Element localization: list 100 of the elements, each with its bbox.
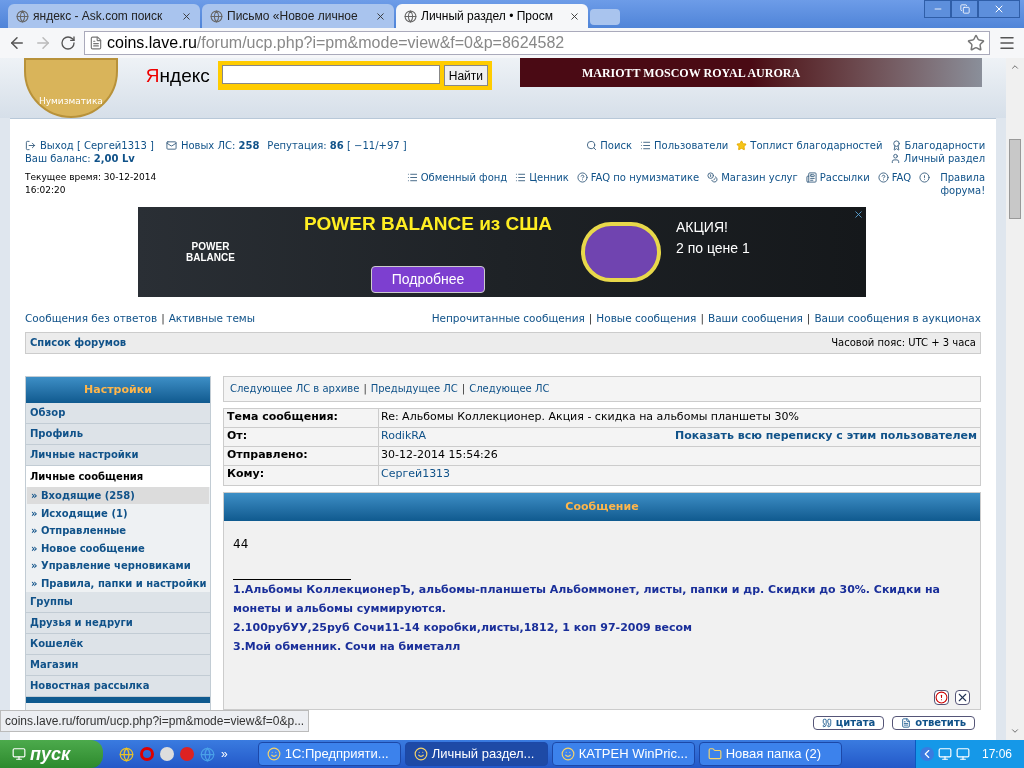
nav-link[interactable]: Обменный фонд [420,171,508,184]
quick-link[interactable]: Активные темы [168,311,256,327]
nav-link[interactable]: Магазин услуг [721,171,798,184]
sidebar-subitem[interactable]: » Новое сообщение [27,539,209,557]
details-button[interactable]: Подробнее [370,266,486,293]
scroll-up-icon[interactable] [1010,62,1020,72]
list-icon [406,172,418,183]
signature-line: 1.Альбомы КоллекционерЪ, альбомы-планшеты Альбоммонет, листы, папки и др. Скидки до 30%. Скидки на монеты и альбомы суммируются. [233,581,941,617]
conversation-link[interactable]: Показать всю переписку с этим пользователем [675,427,980,446]
page-icon [89,36,103,50]
close-icon[interactable] [181,10,192,22]
sidebar-item[interactable]: Новостная рассылка [26,675,210,697]
post-action-button[interactable]: цитата [812,715,885,730]
quick-link[interactable]: Ваши сообщения [707,311,803,327]
pm-nav-link[interactable]: Предыдущее ЛС [370,381,458,397]
reload-icon[interactable] [60,35,76,51]
close-icon[interactable] [375,10,386,22]
nav-link[interactable]: Личный раздел [903,152,986,165]
start-button[interactable]: пуск [0,740,103,768]
balance: Ваш баланс: 2,00 Lv [25,152,136,165]
field-value[interactable]: RodikRA [379,427,428,446]
forward-icon[interactable] [34,34,52,52]
sidebar-subitem[interactable]: » Отправленные [27,521,209,540]
sidebar-subitem[interactable]: » Правила, папки и настройки [27,574,209,592]
pm-nav-link[interactable]: Следующее ЛС [469,381,550,397]
quick-link[interactable]: Новые сообщения [596,311,697,327]
coins-icon [707,172,719,183]
expand-icon[interactable] [919,747,934,761]
globe-icon[interactable] [200,746,215,762]
back-icon[interactable] [8,34,26,52]
sidebar-item[interactable]: Кошелёк [26,633,210,655]
separator: | [588,311,593,327]
quick-link[interactable]: Ваши сообщения в аукционах [814,311,981,327]
post-action-button[interactable]: ответить [892,715,975,730]
nav-link[interactable]: Правила форума! [933,171,986,197]
alert-icon [919,172,931,183]
taskbar-task[interactable]: Личный раздел... [404,742,548,766]
sidebar-subitem[interactable]: » Управление черновиками [27,556,209,575]
sidebar-item[interactable]: Профиль [26,423,210,445]
nav-link[interactable]: Рассылки [819,171,870,184]
sidebar-subitem[interactable]: » Исходящие (1) [27,504,209,522]
field-label: От: [224,427,379,446]
close-button[interactable] [978,0,1020,18]
yandex-logo: Яндекс [145,64,210,88]
browser-icon[interactable] [119,746,134,762]
logout-icon [25,140,36,151]
breadcrumb-link[interactable]: Список форумов [30,335,127,351]
report-icon[interactable] [934,689,949,705]
nav-link[interactable]: FAQ по нумизматике [590,171,700,184]
restore-button[interactable] [951,0,978,18]
browser-tab[interactable]: Личный раздел • Просм [396,4,588,28]
user-icon [889,153,901,164]
sidebar-item[interactable]: Обзор [26,402,210,424]
search-field[interactable] [221,65,440,84]
sidebar-item[interactable]: Друзья и недруги [26,612,210,634]
nav-link[interactable]: FAQ [891,171,912,184]
delete-icon[interactable] [955,689,970,705]
quick-link[interactable]: Сообщения без ответов [25,311,158,327]
newspaper-icon [805,172,817,183]
nav-link[interactable]: Пользователи [654,139,729,152]
more-button[interactable]: » [221,745,228,763]
bookmark-star-icon[interactable] [967,34,985,52]
sidebar-item[interactable]: Личные сообщения [26,465,210,487]
taskbar-task[interactable]: КАТРЕН WinPric... [551,742,695,766]
close-icon[interactable] [569,10,580,22]
menu-icon[interactable] [998,34,1016,52]
address-bar[interactable]: coins.lave.ru/forum/ucp.php?i=pm&mode=view&f=0&p=8624582 [84,31,990,55]
pm-nav-link[interactable]: Следующее ЛС в архиве [230,381,360,397]
logout-link[interactable]: Выход [ Сергей1313 ] [40,139,154,152]
sidebar-item[interactable]: Личные настройки [26,444,210,466]
separator: | [461,382,466,397]
current-time: Текущее время: 30-12-2014 16:02:20 [25,171,158,197]
taskbar-task[interactable]: Новая папка (2) [698,742,842,766]
url-path: /forum/ucp.php?i=pm&mode=view&f=0&p=8624582 [196,33,565,53]
close-icon[interactable] [853,209,864,220]
task-title: 1С:Предприяти... [284,745,389,764]
mail-icon [165,140,177,151]
scrollbar-thumb[interactable] [1009,139,1021,219]
message-title: Сообщение [224,492,980,521]
sidebar-item[interactable]: Магазин [26,654,210,676]
taskbar-task[interactable]: 1С:Предприяти... [257,742,401,766]
award-icon [890,140,902,151]
search-button[interactable]: Найти [443,65,488,86]
sidebar-item[interactable]: Группы [26,591,210,613]
scroll-down-icon[interactable] [1010,726,1020,736]
browser-tab[interactable]: Письмо «Новое личное [202,4,394,28]
nav-link[interactable]: Топлист благодарностей [750,139,883,152]
browser-tab[interactable]: яндекс - Ask.com поиск [8,4,200,28]
status-url-tooltip: coins.lave.ru/forum/ucp.php?i=pm&mode=view&f=0&p... [0,710,310,732]
scrollbar[interactable] [1006,58,1024,740]
field-value[interactable]: Сергей1313 [379,465,453,485]
nav-link[interactable]: Благодарности [904,139,986,152]
nav-link[interactable]: Ценник [529,171,569,184]
restore-icon [959,4,970,14]
separator: | [363,382,367,397]
signature-line: 2.100рубУУ,25руб Сочи11-14 коробки,листы,1812, 1 коп 97-2009 весом [233,619,694,636]
quick-link[interactable]: Непрочитанные сообщения [431,311,585,327]
nav-link[interactable]: Поиск [600,139,633,152]
minimize-button[interactable] [924,0,951,18]
coin-logo: Нумизматика [24,58,118,118]
